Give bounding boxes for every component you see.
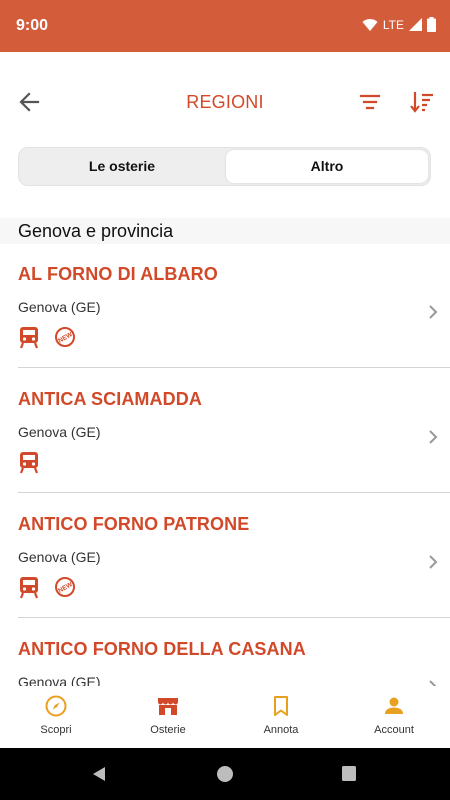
chevron-right-icon: [429, 680, 437, 686]
item-name: ANTICO FORNO PATRONE: [18, 514, 250, 534]
section-header: Genova e provincia: [0, 218, 450, 244]
person-icon: [385, 697, 403, 714]
item-name: ANTICO FORNO DELLA CASANA: [18, 639, 306, 659]
item-icons: NEW: [18, 325, 76, 349]
tab-annota[interactable]: Annota: [225, 694, 337, 736]
bookmark-icon: [274, 696, 288, 716]
app-bar: REGIONI: [0, 72, 450, 132]
sort-icon[interactable]: [408, 88, 436, 116]
wifi-icon: [362, 18, 378, 31]
status-bar: 9:00 LTE: [0, 0, 450, 52]
chevron-right-icon: [429, 555, 438, 569]
network-type: LTE: [382, 17, 404, 32]
battery-icon: [427, 17, 436, 32]
tab-account[interactable]: Account: [338, 694, 450, 736]
section-title: Genova e provincia: [18, 221, 174, 241]
signal-icon: [409, 18, 422, 31]
list-item[interactable]: AL FORNO DI ALBARO Genova (GE) NEW: [0, 243, 450, 368]
list-item[interactable]: ANTICA SCIAMADDA Genova (GE): [0, 368, 450, 493]
item-icons: [18, 450, 40, 474]
storefront-icon: [158, 698, 178, 715]
segment-altro[interactable]: Altro: [226, 150, 428, 183]
back-arrow-icon[interactable]: [16, 88, 44, 116]
tab-label: Account: [374, 724, 414, 736]
segmented-control: Le osterie Altro: [18, 147, 431, 186]
train-icon: [19, 452, 39, 474]
chevron-right-icon: [429, 430, 438, 444]
list-item[interactable]: ANTICO FORNO PATRONE Genova (GE) NEW: [0, 493, 450, 618]
filter-icon[interactable]: [356, 88, 384, 116]
nav-home-icon[interactable]: [216, 765, 234, 783]
tab-label: Osterie: [150, 724, 186, 736]
status-icons: LTE: [362, 17, 436, 32]
tab-label: Scopri: [40, 724, 72, 736]
system-navigation-bar: [0, 748, 450, 800]
new-badge-icon: NEW: [55, 327, 75, 347]
item-city: Genova (GE): [18, 424, 101, 440]
item-city: Genova (GE): [18, 299, 101, 315]
status-time: 9:00: [16, 17, 49, 34]
item-city: Genova (GE): [18, 674, 101, 686]
nav-back-icon[interactable]: [90, 765, 108, 783]
item-icons: NEW: [18, 575, 76, 599]
new-badge-icon: NEW: [55, 577, 75, 597]
tab-scopri[interactable]: Scopri: [0, 694, 112, 736]
chevron-right-icon: [429, 305, 438, 319]
list-item[interactable]: ANTICO FORNO DELLA CASANA Genova (GE): [0, 618, 450, 686]
item-name: ANTICA SCIAMADDA: [18, 389, 202, 409]
bottom-navigation: Scopri Osterie Annota Account: [0, 686, 450, 746]
tab-osterie[interactable]: Osterie: [112, 694, 224, 736]
item-city: Genova (GE): [18, 549, 101, 565]
compass-icon: [45, 695, 67, 717]
tab-label: Annota: [263, 724, 299, 736]
segment-le-osterie[interactable]: Le osterie: [21, 150, 223, 183]
train-icon: [19, 327, 39, 349]
nav-recents-icon[interactable]: [341, 765, 357, 783]
train-icon: [19, 577, 39, 599]
item-name: AL FORNO DI ALBARO: [18, 264, 218, 284]
